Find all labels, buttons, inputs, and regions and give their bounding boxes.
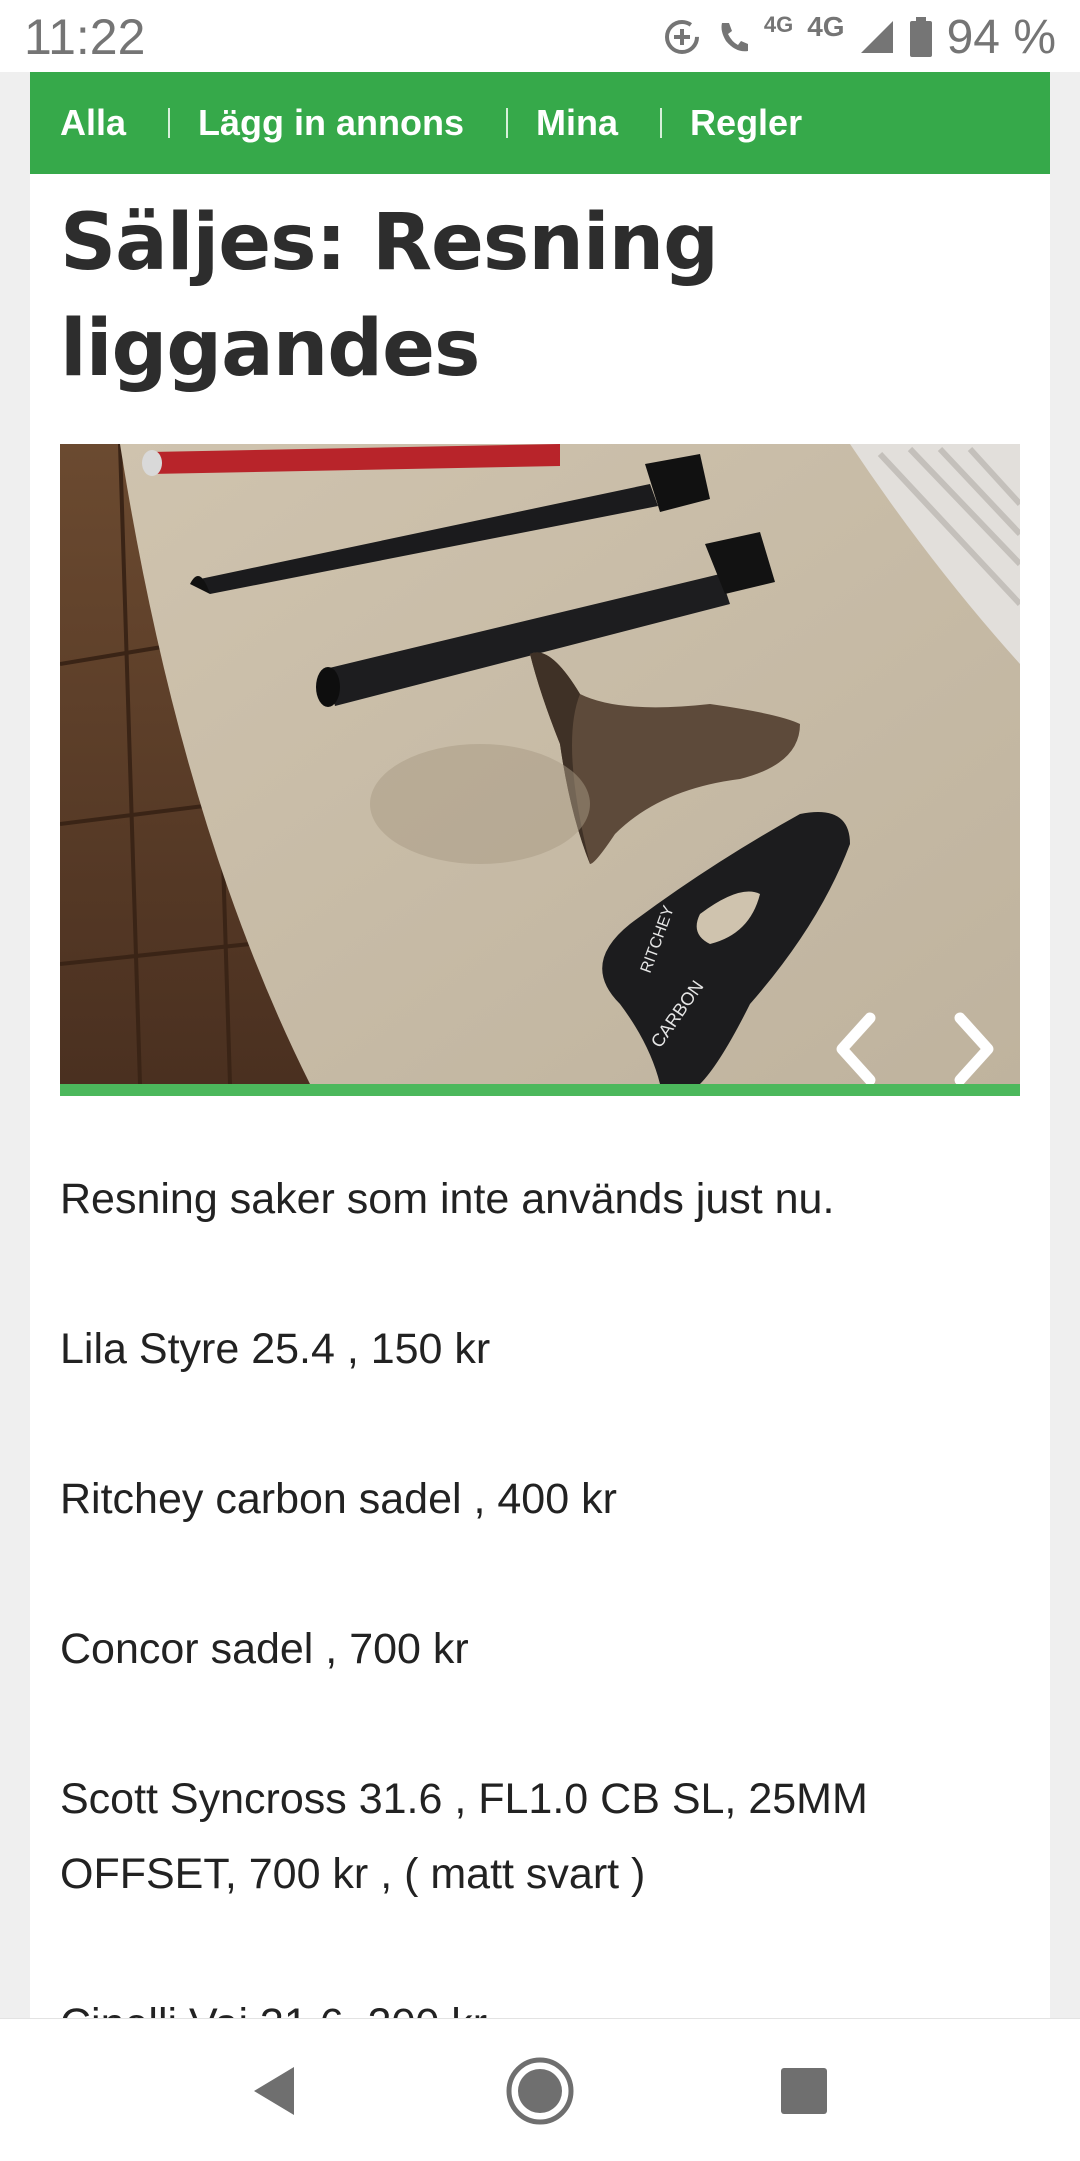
signal-icon [859, 17, 895, 57]
chevron-left-icon [836, 1012, 876, 1084]
gallery-next-button[interactable] [940, 1004, 1010, 1084]
data-saver-icon [662, 17, 702, 57]
image-gallery[interactable]: CARBON RITCHEY [60, 444, 1020, 1084]
nav-separator [506, 108, 509, 138]
top-nav: Alla Lägg in annons Mina Regler [30, 72, 1050, 174]
description-line: Cinelli Vai 31.6, 200 kr [60, 1987, 1020, 2018]
nav-item-regler[interactable]: Regler [690, 102, 802, 144]
battery-percent: 94 % [946, 10, 1056, 64]
recent-apps-button[interactable] [768, 2055, 840, 2127]
home-circle-icon [506, 2057, 574, 2125]
phone-icon [716, 17, 750, 57]
description-line: Scott Syncross 31.6 , FL1.0 CB SL, 25MM … [60, 1775, 868, 1898]
battery-icon [909, 16, 933, 58]
nav-separator [660, 108, 663, 138]
back-button[interactable] [240, 2055, 312, 2127]
ad-description: Resning saker som inte används just nu. … [60, 1162, 1020, 2018]
nav-item-alla[interactable]: Alla [60, 102, 126, 144]
ad-title: Säljes: Resning liggandes [60, 198, 719, 394]
recent-square-icon [781, 2068, 827, 2114]
system-nav-bar [0, 2018, 1080, 2161]
back-triangle-icon [254, 2067, 294, 2115]
network-type-small: 4G [763, 12, 794, 37]
chevron-right-icon [954, 1012, 994, 1084]
nav-separator [168, 108, 171, 138]
status-time: 11:22 [24, 9, 146, 65]
network-type: 4G [807, 11, 845, 42]
status-bar: 11:22 4G 4G 94 % [0, 0, 1080, 72]
ad-photo: CARBON RITCHEY [60, 444, 1020, 1084]
status-icons: 4G 4G 94 % [662, 8, 1056, 66]
home-button[interactable] [504, 2055, 576, 2127]
gallery-progress-bar [60, 1084, 1020, 1096]
description-line: Ritchey carbon sadel , 400 kr [60, 1475, 617, 1523]
nav-item-mina[interactable]: Mina [536, 102, 618, 144]
gallery-prev-button[interactable] [820, 1004, 890, 1084]
nav-item-lagg-in-annons[interactable]: Lägg in annons [198, 102, 464, 144]
description-line: Concor sadel , 700 kr [60, 1625, 469, 1673]
page-content: Alla Lägg in annons Mina Regler Säljes: … [30, 72, 1050, 2018]
description-line: Lila Styre 25.4 , 150 kr [60, 1325, 491, 1373]
description-line: Resning saker som inte används just nu. [60, 1175, 835, 1223]
